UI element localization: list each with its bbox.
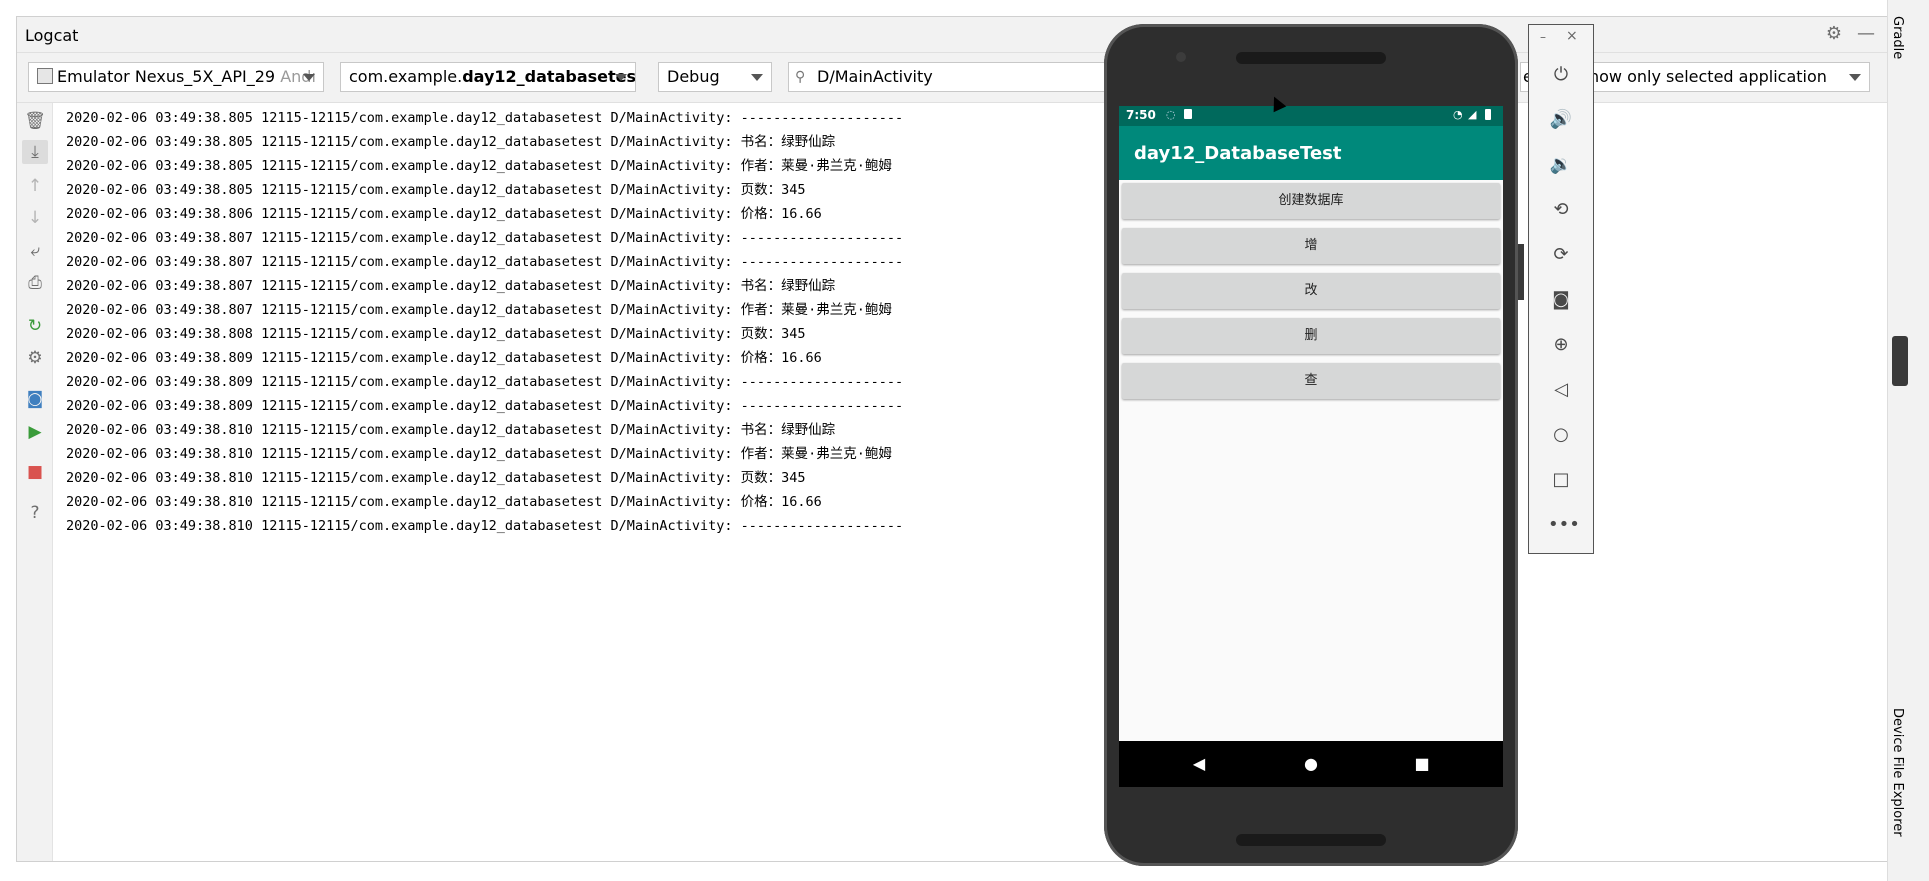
front-camera-icon bbox=[1176, 52, 1186, 62]
update-button[interactable]: 改 bbox=[1122, 273, 1500, 309]
log-line: 2020-02-06 03:49:38.808 12115-12115/com.… bbox=[66, 326, 806, 342]
sd-card-icon bbox=[1184, 109, 1192, 119]
create-database-button[interactable]: 创建数据库 bbox=[1122, 183, 1500, 219]
log-line: 2020-02-06 03:49:38.807 12115-12115/com.… bbox=[66, 278, 836, 294]
chevron-down-icon bbox=[751, 74, 763, 81]
more-icon[interactable]: ••• bbox=[1548, 512, 1580, 538]
minimize-icon[interactable]: – bbox=[1540, 30, 1546, 44]
log-line: 2020-02-06 03:49:38.807 12115-12115/com.… bbox=[66, 254, 904, 270]
log-line: 2020-02-06 03:49:38.807 12115-12115/com.… bbox=[66, 230, 904, 246]
back-icon[interactable]: ◁ bbox=[1548, 377, 1574, 403]
home-icon[interactable]: ○ bbox=[1548, 422, 1574, 448]
log-line: 2020-02-06 03:49:38.809 12115-12115/com.… bbox=[66, 398, 904, 414]
add-button[interactable]: 增 bbox=[1122, 228, 1500, 264]
wifi-icon: ◔ bbox=[1453, 108, 1463, 121]
speaker-grille bbox=[1236, 834, 1386, 846]
panel-title: Logcat bbox=[25, 26, 79, 45]
speaker-grille bbox=[1236, 52, 1386, 64]
package-prefix: com.example. bbox=[349, 67, 463, 86]
chevron-down-icon bbox=[1849, 74, 1861, 81]
chevron-down-icon bbox=[615, 74, 627, 81]
overview-icon[interactable]: □ bbox=[1548, 467, 1574, 493]
home-icon[interactable]: ● bbox=[1299, 754, 1323, 773]
gradle-tab[interactable]: Gradle bbox=[1890, 16, 1905, 59]
minimize-icon[interactable]: — bbox=[1855, 22, 1877, 46]
log-level-value: Debug bbox=[667, 67, 720, 86]
log-line: 2020-02-06 03:49:38.810 12115-12115/com.… bbox=[66, 518, 904, 534]
log-line: 2020-02-06 03:49:38.805 12115-12115/com.… bbox=[66, 134, 836, 150]
package-name: day12_databasetest bbox=[462, 67, 636, 86]
log-line: 2020-02-06 03:49:38.809 12115-12115/com.… bbox=[66, 350, 822, 366]
filter-value: how only selected application bbox=[1589, 67, 1827, 86]
query-button[interactable]: 查 bbox=[1122, 363, 1500, 399]
package-select[interactable]: com.example.day12_databasetest bbox=[340, 62, 636, 92]
overview-icon[interactable]: ■ bbox=[1410, 754, 1434, 773]
trash-icon[interactable]: 🗑 bbox=[22, 109, 48, 133]
camera-icon[interactable]: ◙ bbox=[1548, 287, 1574, 313]
zoom-icon[interactable]: ⊕ bbox=[1548, 332, 1574, 358]
log-line: 2020-02-06 03:49:38.805 12115-12115/com.… bbox=[66, 182, 806, 198]
phone-side-button bbox=[1518, 244, 1524, 300]
status-time: 7:50 bbox=[1126, 108, 1156, 122]
battery-icon bbox=[1485, 109, 1491, 120]
settings-icon[interactable]: ⚙ bbox=[22, 346, 48, 370]
phone-device-icon bbox=[37, 68, 53, 84]
settings-gear-icon[interactable]: ⚙ bbox=[1822, 22, 1846, 46]
log-line: 2020-02-06 03:49:38.810 12115-12115/com.… bbox=[66, 446, 892, 462]
restart-icon[interactable]: ↻ bbox=[22, 314, 48, 338]
rotate-right-icon[interactable]: ⟳ bbox=[1548, 242, 1574, 268]
volume-down-icon[interactable]: 🔉 bbox=[1548, 152, 1574, 178]
search-input[interactable]: ⚲ D/MainActivity bbox=[788, 62, 1118, 92]
volume-up-icon[interactable]: 🔊 bbox=[1548, 107, 1574, 133]
arrow-down-icon[interactable]: ↓ bbox=[22, 206, 48, 230]
android-status-bar bbox=[1119, 106, 1503, 126]
screen-record-icon[interactable]: ▶ bbox=[22, 420, 48, 444]
app-title: day12_DatabaseTest bbox=[1134, 143, 1342, 164]
log-level-select[interactable]: Debug bbox=[658, 62, 772, 92]
device-select[interactable]: Emulator Nexus_5X_API_29 Andı bbox=[28, 62, 324, 92]
back-icon[interactable]: ◀ bbox=[1187, 754, 1211, 773]
stop-icon[interactable]: ■ bbox=[22, 460, 48, 484]
scroll-marker[interactable] bbox=[1892, 336, 1908, 386]
log-line: 2020-02-06 03:49:38.809 12115-12115/com.… bbox=[66, 374, 904, 390]
signal-icon: ◢ bbox=[1468, 108, 1477, 121]
print-icon[interactable]: ⎙ bbox=[22, 271, 48, 295]
device-name: Emulator Nexus_5X_API_29 bbox=[57, 67, 276, 86]
power-icon[interactable]: ⏻ bbox=[1548, 62, 1574, 88]
screen-capture-icon[interactable]: ◙ bbox=[22, 387, 48, 411]
log-line: 2020-02-06 03:49:38.806 12115-12115/com.… bbox=[66, 206, 822, 222]
log-line: 2020-02-06 03:49:38.810 12115-12115/com.… bbox=[66, 422, 836, 438]
search-value: D/MainActivity bbox=[817, 67, 933, 86]
arrow-up-icon[interactable]: ↑ bbox=[22, 174, 48, 198]
wifi-off-icon: ◌ bbox=[1166, 108, 1176, 121]
log-line: 2020-02-06 03:49:38.810 12115-12115/com.… bbox=[66, 494, 822, 510]
chevron-down-icon bbox=[303, 74, 315, 81]
close-icon[interactable]: × bbox=[1566, 28, 1578, 44]
log-line: 2020-02-06 03:49:38.805 12115-12115/com.… bbox=[66, 158, 892, 174]
log-line: 2020-02-06 03:49:38.805 12115-12115/com.… bbox=[66, 110, 904, 126]
scroll-to-end-icon[interactable]: ⤓ bbox=[22, 140, 48, 164]
help-icon[interactable]: ? bbox=[22, 501, 48, 525]
log-line: 2020-02-06 03:49:38.807 12115-12115/com.… bbox=[66, 302, 892, 318]
delete-button[interactable]: 删 bbox=[1122, 318, 1500, 354]
search-icon: ⚲ bbox=[795, 69, 806, 85]
soft-wrap-icon[interactable]: ⤶ bbox=[22, 239, 48, 263]
device-file-explorer-tab[interactable]: Device File Explorer bbox=[1890, 708, 1905, 837]
rotate-left-icon[interactable]: ⟲ bbox=[1548, 197, 1574, 223]
log-line: 2020-02-06 03:49:38.810 12115-12115/com.… bbox=[66, 470, 806, 486]
title-bar bbox=[17, 17, 1888, 53]
